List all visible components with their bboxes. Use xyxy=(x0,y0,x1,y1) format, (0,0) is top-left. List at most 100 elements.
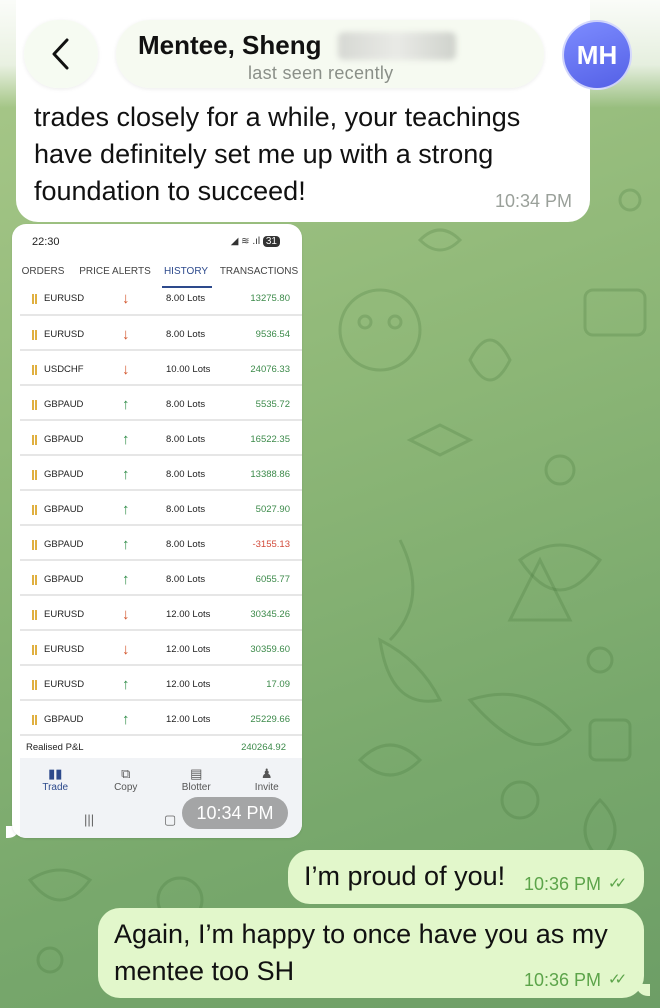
arrow-down-icon: ↓ xyxy=(122,326,130,343)
flag-icon xyxy=(32,540,37,550)
arrow-up-icon: ↑ xyxy=(122,676,130,693)
flag-icon xyxy=(32,400,37,410)
row-lots: 8.00 Lots xyxy=(166,399,206,410)
nav-copy: ⧉ Copy xyxy=(91,758,162,802)
row-lots: 12.00 Lots xyxy=(166,644,211,655)
row-pl: 25229.66 xyxy=(250,714,290,725)
flag-icon xyxy=(32,645,37,655)
row-pl: 13388.86 xyxy=(250,469,290,480)
row-pl: 6055.77 xyxy=(255,574,290,585)
row-symbol: EURUSD xyxy=(44,293,85,304)
nav-trade-label: Trade xyxy=(42,782,69,793)
row-symbol: GBPAUD xyxy=(44,434,84,445)
realised-pl-value: 240264.92 xyxy=(241,742,286,753)
row-pl: 9536.54 xyxy=(255,329,290,340)
read-receipt-icon: ✓✓ xyxy=(608,875,627,892)
history-list: EURUSD ↓ 8.00 Lots 13275.80 EURUSD ↓ 8.00 Lots… xyxy=(20,290,302,736)
table-row: GBPAUD ↑ 12.00 Lots 25229.66 xyxy=(20,701,302,736)
flag-icon xyxy=(32,470,37,480)
row-symbol: EURUSD xyxy=(44,679,85,690)
row-pl: 30359.60 xyxy=(250,644,290,655)
flag-icon xyxy=(32,294,37,304)
chat-status: last seen recently xyxy=(248,63,394,83)
screenshot-bottom-nav: ▮▮ Trade ⧉ Copy ▤ Blotter ♟ Invite xyxy=(20,758,302,802)
incoming-message-text: trades closely for a while, your teachin… xyxy=(34,102,521,206)
outgoing-message-bubble[interactable]: I’m proud of you! 10:36 PM ✓✓ xyxy=(288,850,644,904)
table-row: EURUSD ↓ 8.00 Lots 13275.80 xyxy=(20,290,302,316)
table-row: GBPAUD ↑ 8.00 Lots 6055.77 xyxy=(20,561,302,596)
row-lots: 8.00 Lots xyxy=(166,293,206,304)
row-pl: 5027.90 xyxy=(255,504,290,515)
table-row: GBPAUD ↑ 8.00 Lots 5535.72 xyxy=(20,386,302,421)
row-lots: 8.00 Lots xyxy=(166,574,206,585)
tab-history: HISTORY xyxy=(163,266,209,277)
blotter-icon: ▤ xyxy=(190,766,203,781)
tab-price-alerts: PRICE ALERTS xyxy=(79,266,151,277)
row-pl: -3155.13 xyxy=(252,539,290,550)
active-tab-indicator xyxy=(162,286,212,288)
bubble-tail xyxy=(636,984,650,996)
avatar[interactable]: MH xyxy=(562,20,632,90)
tab-transactions: TRANSACTIONS xyxy=(219,266,299,277)
row-lots: 12.00 Lots xyxy=(166,609,211,620)
arrow-down-icon: ↓ xyxy=(122,290,130,307)
nav-blotter: ▤ Blotter xyxy=(161,758,232,802)
flag-icon xyxy=(32,365,37,375)
chat-name: Mentee, Sheng xyxy=(138,30,322,60)
realised-pl-label: Realised P&L xyxy=(26,742,84,753)
flag-icon xyxy=(32,575,37,585)
chat-title[interactable]: Mentee, Sheng last seen recently xyxy=(116,20,544,88)
flag-icon xyxy=(32,610,37,620)
row-symbol: GBPAUD xyxy=(44,539,84,550)
recents-icon: ||| xyxy=(84,812,95,827)
arrow-up-icon: ↑ xyxy=(122,466,130,483)
chevron-left-icon xyxy=(52,38,69,70)
arrow-up-icon: ↑ xyxy=(122,536,130,553)
candlestick-icon: ▮▮ xyxy=(48,766,63,781)
outgoing-message-bubble[interactable]: Again, I’m happy to once have you as my … xyxy=(98,908,644,998)
nav-invite: ♟ Invite xyxy=(232,758,303,802)
nav-invite-label: Invite xyxy=(254,782,279,793)
table-row: EURUSD ↓ 8.00 Lots 9536.54 xyxy=(20,316,302,351)
table-row: EURUSD ↓ 12.00 Lots 30359.60 xyxy=(20,631,302,666)
screenshot-status-time: 22:30 xyxy=(32,236,60,248)
table-row: GBPAUD ↑ 8.00 Lots -3155.13 xyxy=(20,526,302,561)
row-pl: 30345.26 xyxy=(250,609,290,620)
row-pl: 5535.72 xyxy=(255,399,290,410)
home-icon: ▢ xyxy=(164,812,177,827)
arrow-down-icon: ↓ xyxy=(122,361,130,378)
row-pl: 17.09 xyxy=(266,679,290,690)
nav-trade: ▮▮ Trade xyxy=(20,758,91,802)
row-symbol: GBPAUD xyxy=(44,504,84,515)
row-lots: 8.00 Lots xyxy=(166,469,206,480)
table-row: EURUSD ↓ 12.00 Lots 30345.26 xyxy=(20,596,302,631)
battery-icon: 31 xyxy=(262,236,280,247)
table-row: EURUSD ↑ 12.00 Lots 17.09 xyxy=(20,666,302,701)
flag-icon xyxy=(32,680,37,690)
arrow-up-icon: ↑ xyxy=(122,711,130,728)
arrow-down-icon: ↓ xyxy=(122,606,130,623)
row-pl: 16522.35 xyxy=(250,434,290,445)
table-row: GBPAUD ↑ 8.00 Lots 5027.90 xyxy=(20,491,302,526)
row-symbol: EURUSD xyxy=(44,644,85,655)
flag-icon xyxy=(32,715,37,725)
nav-copy-label: Copy xyxy=(114,782,138,793)
row-lots: 8.00 Lots xyxy=(166,329,206,340)
copy-icon: ⧉ xyxy=(121,766,131,781)
row-lots: 8.00 Lots xyxy=(166,434,206,445)
nav-blotter-label: Blotter xyxy=(181,782,211,793)
row-symbol: USDCHF xyxy=(44,364,84,375)
row-symbol: GBPAUD xyxy=(44,469,84,480)
row-lots: 12.00 Lots xyxy=(166,714,211,725)
outgoing-message-time: 10:36 PM xyxy=(524,970,602,990)
invite-icon: ♟ xyxy=(260,766,273,781)
back-button[interactable] xyxy=(24,20,98,88)
screenshot-tabs: ORDERS PRICE ALERTS HISTORY TRANSACTIONS xyxy=(12,264,302,286)
row-pl: 13275.80 xyxy=(250,293,290,304)
arrow-up-icon: ↑ xyxy=(122,396,130,413)
outgoing-message-time: 10:36 PM xyxy=(524,874,602,894)
row-symbol: GBPAUD xyxy=(44,574,84,585)
image-message[interactable]: 22:30 ◢ ≋ .ıl 31 ORDERS PRICE ALERTS HIS… xyxy=(12,224,302,838)
tab-orders: ORDERS xyxy=(21,266,65,277)
image-message-time: 10:34 PM xyxy=(182,797,288,829)
